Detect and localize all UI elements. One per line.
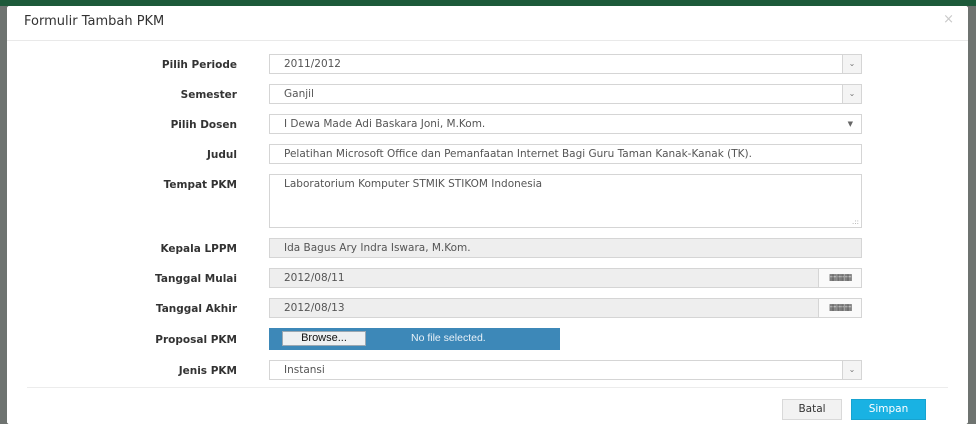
periode-value: 2011/2012 [284,58,341,70]
background-page-edge-left [0,6,7,424]
chevron-down-icon[interactable]: ⌄ [842,55,861,73]
kepala-label: Kepala LPPM [160,243,237,255]
judul-input[interactable]: Pelatihan Microsoft Office dan Pemanfaat… [269,144,862,164]
jenis-select[interactable]: Instansi ⌄ [269,360,862,380]
add-pkm-modal: Formulir Tambah PKM × Pilih Periode 2011… [7,6,968,424]
chevron-down-icon[interactable]: ⌄ [842,85,861,103]
dosen-label: Pilih Dosen [170,119,237,131]
modal-title: Formulir Tambah PKM [24,14,165,29]
save-button[interactable]: Simpan [851,399,926,420]
proposal-label: Proposal PKM [155,334,237,346]
tanggal-akhir-label: Tanggal Akhir [155,303,237,315]
cancel-button[interactable]: Batal [782,399,842,420]
dosen-value: I Dewa Made Adi Baskara Joni, M.Kom. [284,118,486,130]
proposal-file-input[interactable]: Browse... No file selected. [269,328,560,350]
kepala-input: Ida Bagus Ary Indra Iswara, M.Kom. [269,238,862,258]
background-page-edge-right [968,6,976,424]
jenis-value: Instansi [284,364,325,376]
browse-button[interactable]: Browse... [282,331,366,346]
chevron-down-icon[interactable]: ⌄ [842,361,861,379]
modal-footer-divider [27,387,948,388]
jenis-label: Jenis PKM [178,365,237,377]
periode-select[interactable]: 2011/2012 ⌄ [269,54,862,74]
tanggal-mulai-input[interactable]: 2012/08/11 ▦▦▦ [269,268,862,288]
caret-down-icon[interactable]: ▼ [848,115,853,133]
dosen-select[interactable]: I Dewa Made Adi Baskara Joni, M.Kom. ▼ [269,114,862,134]
calendar-icon[interactable]: ▦▦▦ [818,269,861,287]
tanggal-mulai-label: Tanggal Mulai [155,273,237,285]
tempat-value: Laboratorium Komputer STMIK STIKOM Indon… [284,178,543,190]
calendar-icon[interactable]: ▦▦▦ [818,299,861,317]
semester-value: Ganjil [284,88,314,100]
tempat-label: Tempat PKM [163,179,237,191]
judul-label: Judul [207,149,237,161]
tanggal-mulai-value: 2012/08/11 [284,272,345,284]
tempat-textarea[interactable]: Laboratorium Komputer STMIK STIKOM Indon… [269,174,862,228]
periode-label: Pilih Periode [161,59,237,71]
semester-select[interactable]: Ganjil ⌄ [269,84,862,104]
semester-label: Semester [180,89,237,101]
tanggal-akhir-value: 2012/08/13 [284,302,345,314]
tanggal-akhir-input[interactable]: 2012/08/13 ▦▦▦ [269,298,862,318]
resize-handle-icon[interactable]: .:: [852,218,859,226]
modal-header: Formulir Tambah PKM × [7,6,968,41]
file-status-text: No file selected. [411,332,486,344]
close-icon[interactable]: × [943,12,954,27]
